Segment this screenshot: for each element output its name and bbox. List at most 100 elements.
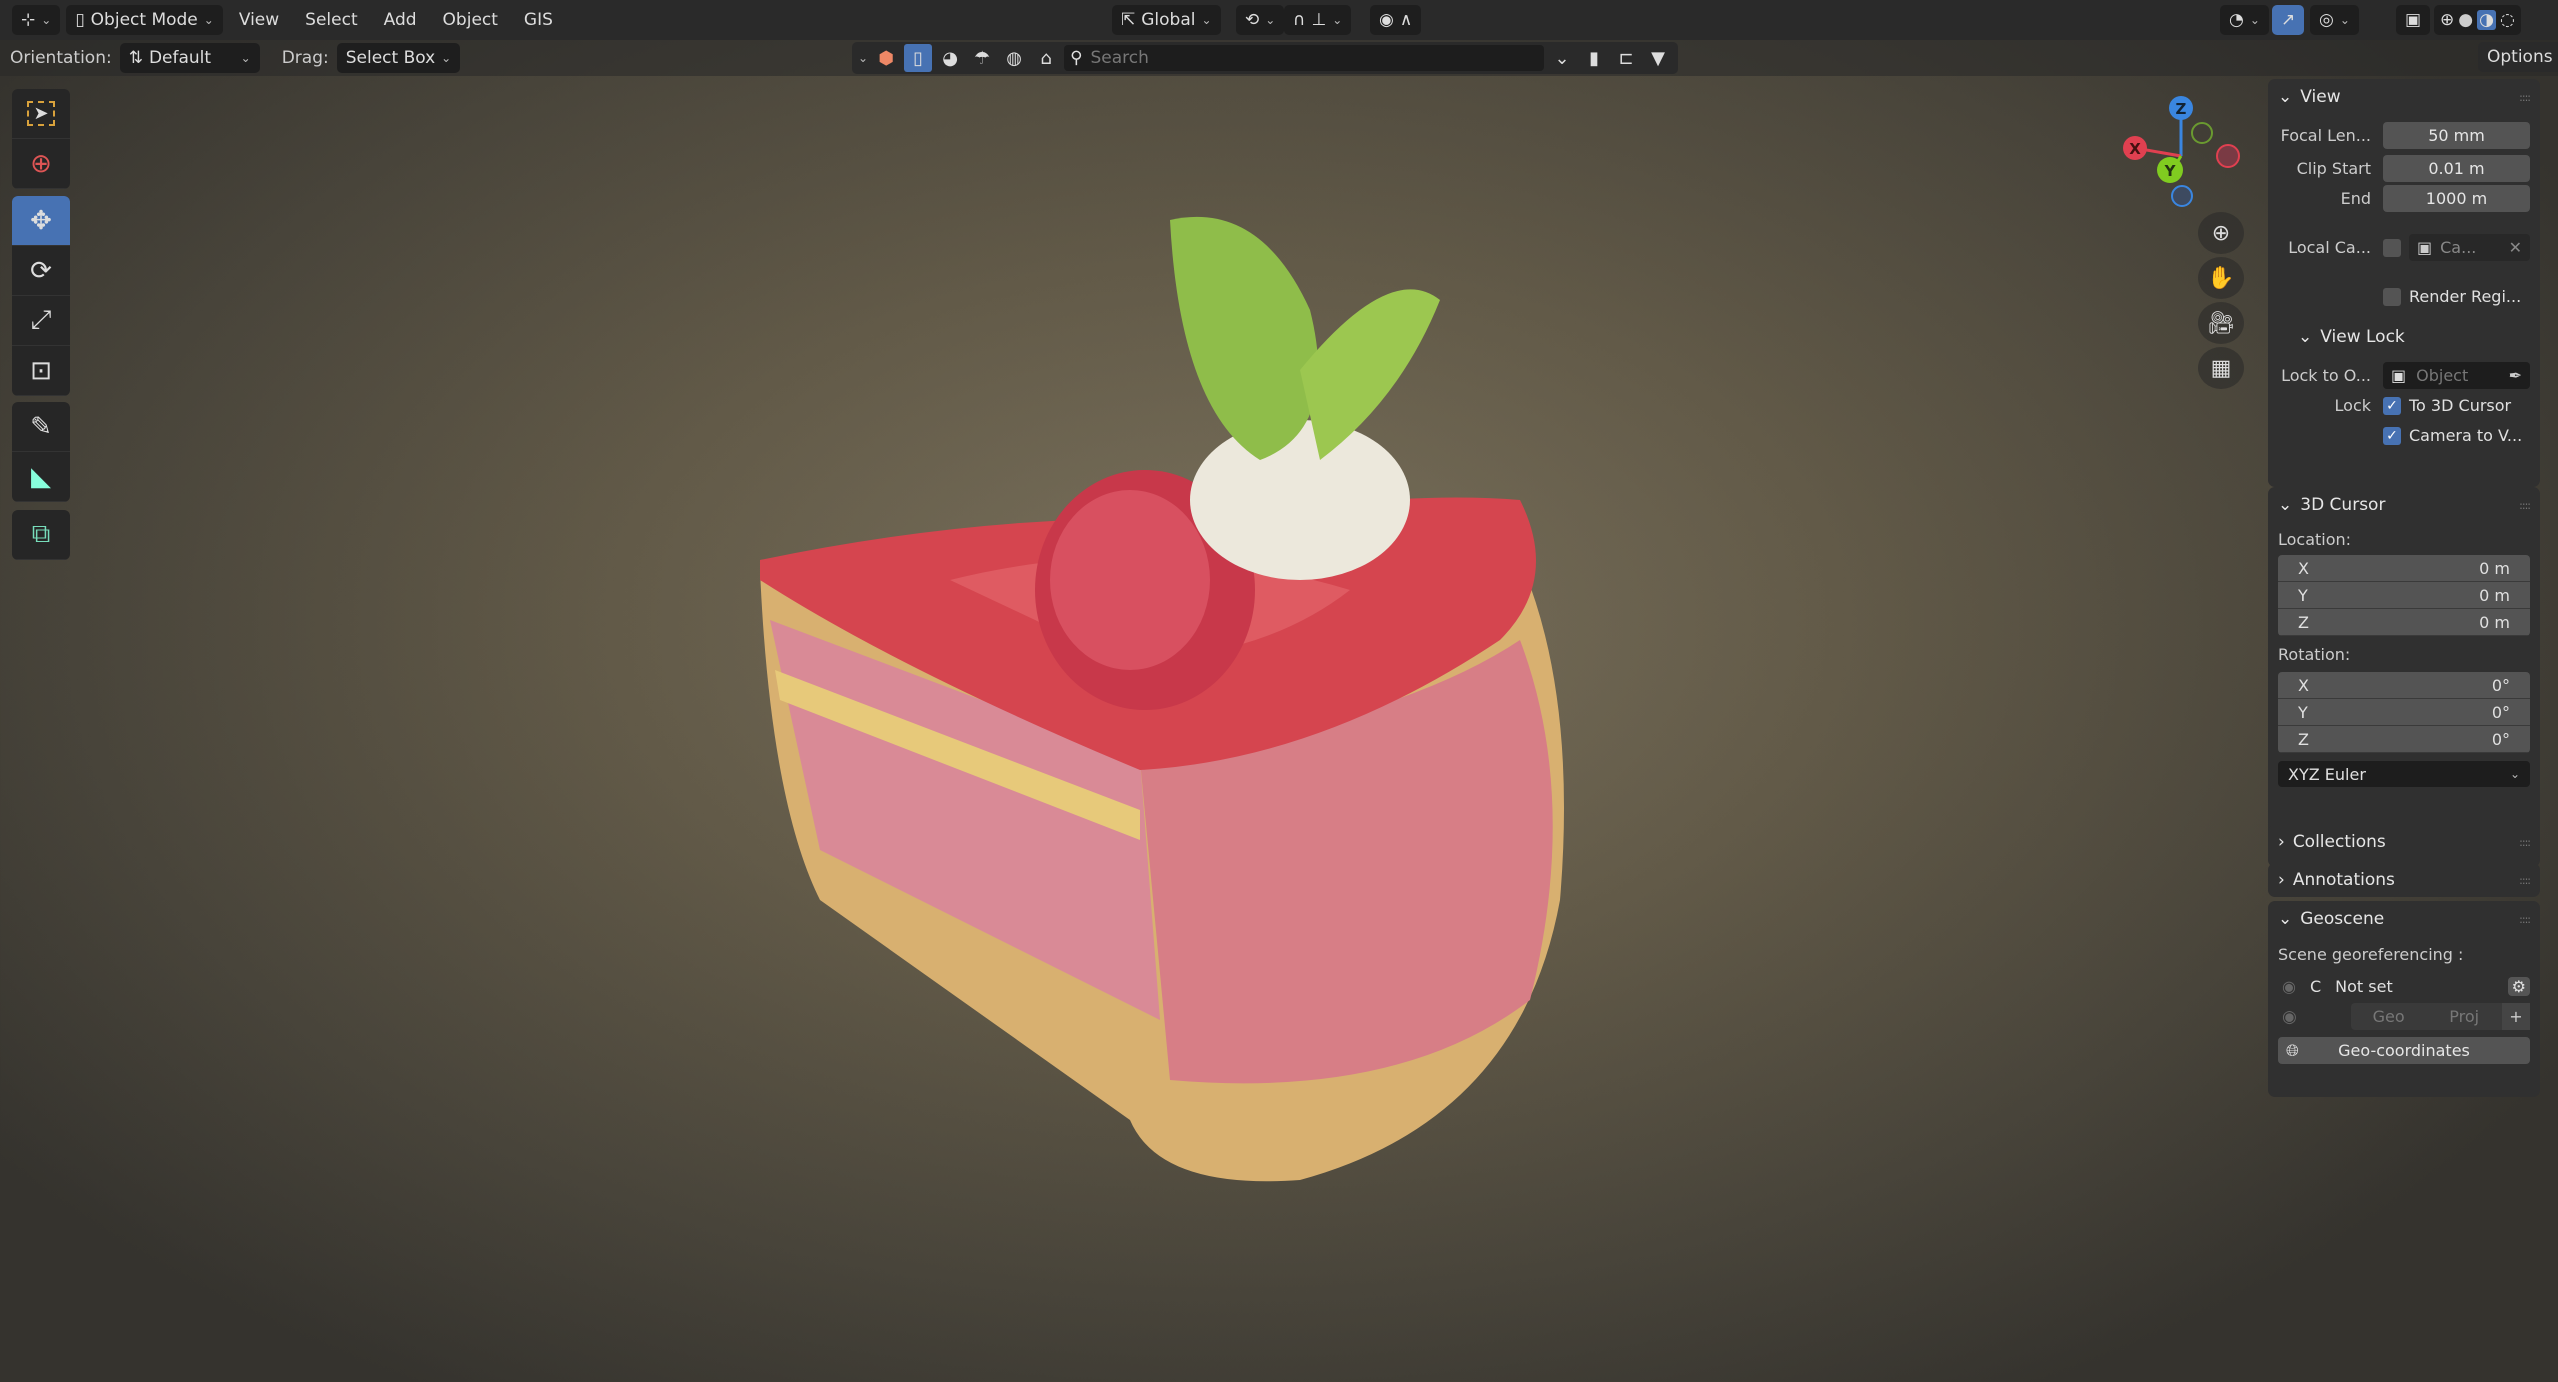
measure-tool[interactable]: ◣	[12, 452, 70, 502]
wireframe-shading-icon[interactable]: ⊕	[2440, 10, 2454, 30]
material-filter-icon[interactable]: ◕	[936, 44, 964, 72]
drag-grip-icon[interactable]: ::::	[2519, 499, 2531, 512]
render-region-checkbox[interactable]	[2383, 287, 2401, 306]
geo-coordinates-button[interactable]: 🌐︎ Geo-coordinates	[2278, 1037, 2530, 1064]
local-camera-checkbox[interactable]	[2383, 238, 2401, 257]
geo-button[interactable]: Geo	[2351, 1003, 2427, 1030]
pivot-dropdown[interactable]: ⟲ ⌄	[1236, 5, 1285, 35]
falloff-icon: ∧	[1399, 10, 1413, 30]
rotate-tool[interactable]: ⟳	[12, 246, 70, 296]
zoom-button[interactable]: ⊕	[2198, 212, 2244, 254]
bookmark-icon[interactable]: ▮	[1580, 44, 1608, 72]
move-tool[interactable]: ✥	[12, 196, 70, 246]
neg-x-axis-handle[interactable]	[2216, 144, 2240, 168]
drag-grip-icon[interactable]: ::::	[2519, 913, 2531, 926]
geoscene-header[interactable]: ⌄ Geoscene::::	[2278, 901, 2531, 937]
proportional-icon: ◉	[1379, 10, 1394, 30]
filter-icon[interactable]: ▼	[1644, 44, 1672, 72]
cursor-icon: ⊕	[30, 148, 52, 179]
menu-object[interactable]: Object	[433, 10, 508, 30]
focal-length-field[interactable]: 50 mm	[2383, 122, 2530, 149]
drag-dropdown[interactable]: Select Box ⌄	[336, 43, 461, 73]
view-lock-header[interactable]: ⌄ View Lock	[2278, 319, 2530, 355]
clip-start-field[interactable]: 0.01 m	[2383, 155, 2530, 182]
eyedropper-icon[interactable]: ✒	[2509, 366, 2522, 385]
lock-to-cursor-checkbox[interactable]: ✓	[2383, 396, 2401, 415]
collections-panel[interactable]: › Collections::::	[2268, 825, 2540, 859]
collapse-icon[interactable]: ⌄	[858, 51, 868, 65]
radio-icon[interactable]: ◉	[2282, 1007, 2297, 1027]
search-input[interactable]: ⚲ Search	[1064, 45, 1545, 71]
proj-button[interactable]: Proj	[2426, 1003, 2502, 1030]
rendered-shading-icon[interactable]: ◌	[2500, 10, 2515, 30]
camera-object-icon: ▣	[2417, 238, 2433, 257]
annotate-tool[interactable]: ✎	[12, 402, 70, 452]
radio-icon[interactable]: ◉	[2282, 977, 2296, 996]
object-filter-icon[interactable]: ▯	[904, 44, 933, 72]
location-x-field[interactable]: X0 m	[2278, 555, 2530, 582]
menu-add[interactable]: Add	[374, 10, 427, 30]
camera-to-view-checkbox[interactable]: ✓	[2383, 426, 2401, 445]
add-cube-tool[interactable]: ⧉	[12, 510, 70, 560]
menu-select[interactable]: Select	[295, 10, 367, 30]
menu-view[interactable]: View	[229, 10, 289, 30]
local-camera-field[interactable]: ▣ Ca... ✕	[2409, 234, 2530, 261]
cursor-tool[interactable]: ⊕	[12, 139, 70, 189]
drag-grip-icon[interactable]: ::::	[2519, 836, 2531, 849]
brush-filter-icon[interactable]: ⌂	[1032, 44, 1060, 72]
overlay-toggle[interactable]: ◎ ⌄	[2310, 5, 2359, 35]
menu-gis[interactable]: GIS	[514, 10, 563, 30]
xray-icon: ▣	[2405, 10, 2422, 30]
rotation-z-field[interactable]: Z 0°	[2278, 726, 2530, 753]
view-panel-header[interactable]: ⌄ View::::	[2278, 79, 2531, 115]
scale-tool[interactable]: ⤢	[12, 296, 70, 346]
pan-button[interactable]: ✋	[2198, 257, 2244, 299]
editor-type-button[interactable]: ⊹ ⌄	[12, 5, 61, 35]
transform-orientation-dropdown[interactable]: ⇱ Global ⌄	[1112, 5, 1221, 35]
proportional-edit-toggle[interactable]: ◉ ∧	[1370, 5, 1422, 35]
cake-model[interactable]	[700, 200, 1600, 1200]
dropdown-icon[interactable]: ⌄	[1548, 44, 1576, 72]
navigation-gizmo[interactable]: Z X Y	[2115, 88, 2255, 218]
rotation-y-field[interactable]: Y 0°	[2278, 699, 2530, 726]
transform-tool[interactable]: ⊡	[12, 346, 70, 396]
mode-dropdown[interactable]: ▯ Object Mode ⌄	[66, 5, 223, 35]
hierarchy-icon[interactable]: ⊏	[1612, 44, 1640, 72]
shading-modes[interactable]: ⊕ ● ◑ ◌	[2434, 5, 2521, 35]
annotations-panel[interactable]: › Annotations::::	[2268, 863, 2540, 897]
clip-end-field[interactable]: 1000 m	[2383, 185, 2530, 212]
world-filter-icon[interactable]: ◍	[1000, 44, 1028, 72]
camera-view-button[interactable]: 🎥︎	[2198, 302, 2244, 344]
pencil-icon: ✎	[30, 411, 52, 442]
light-filter-icon[interactable]: ☂	[968, 44, 996, 72]
location-z-field[interactable]: Z0 m	[2278, 609, 2530, 636]
orientation-dropdown[interactable]: ⇅ Default ⌄	[119, 43, 260, 73]
drag-grip-icon[interactable]: ::::	[2519, 874, 2531, 887]
material-shading-icon[interactable]: ◑	[2477, 10, 2496, 30]
clear-icon[interactable]: ✕	[2509, 238, 2522, 257]
drag-grip-icon[interactable]: ::::	[2519, 91, 2531, 104]
3d-cursor-header[interactable]: ⌄ 3D Cursor::::	[2278, 487, 2531, 523]
rotate-icon: ⟳	[30, 255, 52, 286]
xray-toggle[interactable]: ▣	[2396, 5, 2431, 35]
location-y-field[interactable]: Y0 m	[2278, 582, 2530, 609]
neg-z-axis-handle[interactable]	[2171, 185, 2193, 207]
add-cube-icon: ⧉	[31, 519, 51, 549]
neg-y-axis-handle[interactable]	[2191, 122, 2213, 144]
visibility-dropdown[interactable]: ◔ ⌄	[2220, 5, 2269, 35]
settings-gear-icon[interactable]: ⚙	[2507, 977, 2530, 996]
orientation-icon: ⇅	[128, 48, 143, 68]
rotation-x-field[interactable]: X 0°	[2278, 672, 2530, 699]
add-icon[interactable]: +	[2502, 1003, 2530, 1030]
y-axis-label: Y	[2164, 162, 2177, 180]
solid-shading-icon[interactable]: ●	[2458, 10, 2473, 30]
perspective-toggle-button[interactable]: ▦	[2198, 347, 2244, 389]
ruler-icon: ◣	[31, 461, 51, 492]
rotation-mode-dropdown[interactable]: XYZ Euler ⌄	[2278, 761, 2530, 787]
select-box-tool[interactable]: ➤	[12, 89, 70, 139]
gizmo-toggle[interactable]: ↗	[2272, 5, 2305, 35]
snap-toggle[interactable]: ∩ ⊥ ⌄	[1284, 5, 1352, 35]
lock-to-object-field[interactable]: ▣ Object ✒	[2383, 362, 2530, 389]
options-button[interactable]: Options	[2478, 42, 2558, 72]
toolbar-group-transform: ✥ ⟳ ⤢ ⊡	[12, 196, 70, 396]
